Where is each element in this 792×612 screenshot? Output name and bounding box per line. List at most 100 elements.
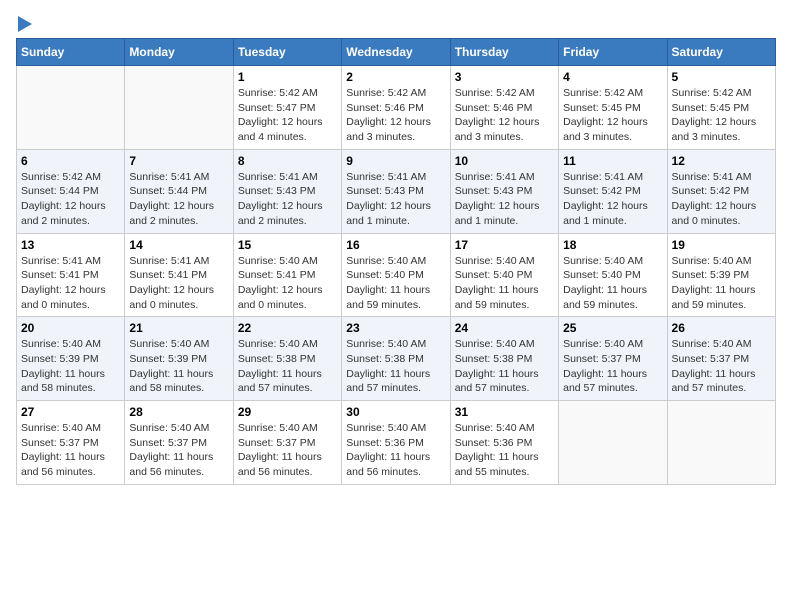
logo-arrow-icon <box>18 16 32 32</box>
calendar-day-cell: 17 Sunrise: 5:40 AM Sunset: 5:40 PM Dayli… <box>450 233 558 317</box>
day-number: 13 <box>21 238 120 252</box>
calendar-day-cell: 23 Sunrise: 5:40 AM Sunset: 5:38 PM Dayli… <box>342 317 450 401</box>
day-info: Sunrise: 5:40 AM Sunset: 5:39 PM Dayligh… <box>129 337 228 396</box>
day-info: Sunrise: 5:40 AM Sunset: 5:37 PM Dayligh… <box>129 421 228 480</box>
day-number: 4 <box>563 70 662 84</box>
calendar-week-row: 27 Sunrise: 5:40 AM Sunset: 5:37 PM Dayli… <box>17 401 776 485</box>
calendar-day-cell <box>125 66 233 150</box>
calendar-week-row: 20 Sunrise: 5:40 AM Sunset: 5:39 PM Dayli… <box>17 317 776 401</box>
calendar-day-cell: 1Sunrise: 5:42 AM Sunset: 5:47 PM Daylig… <box>233 66 341 150</box>
day-number: 28 <box>129 405 228 419</box>
day-info: Sunrise: 5:41 AM Sunset: 5:41 PM Dayligh… <box>21 254 120 313</box>
calendar-day-cell <box>17 66 125 150</box>
day-info: Sunrise: 5:42 AM Sunset: 5:45 PM Dayligh… <box>563 86 662 145</box>
day-info: Sunrise: 5:40 AM Sunset: 5:38 PM Dayligh… <box>238 337 337 396</box>
weekday-header-cell: Wednesday <box>342 39 450 66</box>
weekday-header-cell: Sunday <box>17 39 125 66</box>
weekday-header-cell: Tuesday <box>233 39 341 66</box>
calendar-day-cell: 22 Sunrise: 5:40 AM Sunset: 5:38 PM Dayli… <box>233 317 341 401</box>
day-info: Sunrise: 5:41 AM Sunset: 5:43 PM Dayligh… <box>238 170 337 229</box>
day-info: Sunrise: 5:41 AM Sunset: 5:42 PM Dayligh… <box>563 170 662 229</box>
calendar-day-cell: 15Sunrise: 5:40 AM Sunset: 5:41 PM Dayli… <box>233 233 341 317</box>
calendar-day-cell: 11 Sunrise: 5:41 AM Sunset: 5:42 PM Dayli… <box>559 149 667 233</box>
calendar-day-cell: 18Sunrise: 5:40 AM Sunset: 5:40 PM Dayli… <box>559 233 667 317</box>
day-info: Sunrise: 5:40 AM Sunset: 5:37 PM Dayligh… <box>238 421 337 480</box>
day-number: 24 <box>455 321 554 335</box>
calendar-day-cell: 3Sunrise: 5:42 AM Sunset: 5:46 PM Daylig… <box>450 66 558 150</box>
weekday-header-cell: Thursday <box>450 39 558 66</box>
logo <box>16 16 32 28</box>
calendar-day-cell: 28 Sunrise: 5:40 AM Sunset: 5:37 PM Dayli… <box>125 401 233 485</box>
calendar-day-cell: 16 Sunrise: 5:40 AM Sunset: 5:40 PM Dayli… <box>342 233 450 317</box>
calendar-week-row: 1Sunrise: 5:42 AM Sunset: 5:47 PM Daylig… <box>17 66 776 150</box>
day-info: Sunrise: 5:41 AM Sunset: 5:41 PM Dayligh… <box>129 254 228 313</box>
day-number: 3 <box>455 70 554 84</box>
day-info: Sunrise: 5:40 AM Sunset: 5:39 PM Dayligh… <box>672 254 771 313</box>
calendar-day-cell <box>559 401 667 485</box>
calendar-day-cell: 6 Sunrise: 5:42 AM Sunset: 5:44 PM Daylig… <box>17 149 125 233</box>
day-number: 31 <box>455 405 554 419</box>
day-info: Sunrise: 5:42 AM Sunset: 5:44 PM Dayligh… <box>21 170 120 229</box>
calendar-day-cell: 8 Sunrise: 5:41 AM Sunset: 5:43 PM Daylig… <box>233 149 341 233</box>
day-number: 7 <box>129 154 228 168</box>
calendar-day-cell: 10 Sunrise: 5:41 AM Sunset: 5:43 PM Dayli… <box>450 149 558 233</box>
day-number: 21 <box>129 321 228 335</box>
calendar-day-cell: 29 Sunrise: 5:40 AM Sunset: 5:37 PM Dayli… <box>233 401 341 485</box>
calendar-body: 1Sunrise: 5:42 AM Sunset: 5:47 PM Daylig… <box>17 66 776 485</box>
day-info: Sunrise: 5:41 AM Sunset: 5:43 PM Dayligh… <box>346 170 445 229</box>
calendar-day-cell: 31 Sunrise: 5:40 AM Sunset: 5:36 PM Dayli… <box>450 401 558 485</box>
calendar-day-cell: 12 Sunrise: 5:41 AM Sunset: 5:42 PM Dayli… <box>667 149 775 233</box>
calendar-day-cell: 26Sunrise: 5:40 AM Sunset: 5:37 PM Dayli… <box>667 317 775 401</box>
day-number: 19 <box>672 238 771 252</box>
calendar-day-cell: 24Sunrise: 5:40 AM Sunset: 5:38 PM Dayli… <box>450 317 558 401</box>
weekday-header-cell: Monday <box>125 39 233 66</box>
day-info: Sunrise: 5:41 AM Sunset: 5:42 PM Dayligh… <box>672 170 771 229</box>
day-number: 12 <box>672 154 771 168</box>
day-info: Sunrise: 5:40 AM Sunset: 5:40 PM Dayligh… <box>346 254 445 313</box>
page-header <box>16 16 776 28</box>
calendar-day-cell: 30Sunrise: 5:40 AM Sunset: 5:36 PM Dayli… <box>342 401 450 485</box>
calendar-week-row: 6 Sunrise: 5:42 AM Sunset: 5:44 PM Daylig… <box>17 149 776 233</box>
calendar-day-cell: 2 Sunrise: 5:42 AM Sunset: 5:46 PM Daylig… <box>342 66 450 150</box>
calendar-day-cell: 25Sunrise: 5:40 AM Sunset: 5:37 PM Dayli… <box>559 317 667 401</box>
calendar-day-cell: 21 Sunrise: 5:40 AM Sunset: 5:39 PM Dayli… <box>125 317 233 401</box>
day-info: Sunrise: 5:41 AM Sunset: 5:44 PM Dayligh… <box>129 170 228 229</box>
day-info: Sunrise: 5:40 AM Sunset: 5:36 PM Dayligh… <box>346 421 445 480</box>
day-number: 22 <box>238 321 337 335</box>
day-number: 23 <box>346 321 445 335</box>
day-number: 1 <box>238 70 337 84</box>
day-info: Sunrise: 5:41 AM Sunset: 5:43 PM Dayligh… <box>455 170 554 229</box>
day-info: Sunrise: 5:40 AM Sunset: 5:37 PM Dayligh… <box>563 337 662 396</box>
day-number: 10 <box>455 154 554 168</box>
day-info: Sunrise: 5:42 AM Sunset: 5:46 PM Dayligh… <box>346 86 445 145</box>
day-number: 27 <box>21 405 120 419</box>
day-number: 8 <box>238 154 337 168</box>
day-number: 29 <box>238 405 337 419</box>
calendar-day-cell <box>667 401 775 485</box>
calendar-week-row: 13 Sunrise: 5:41 AM Sunset: 5:41 PM Dayli… <box>17 233 776 317</box>
day-number: 11 <box>563 154 662 168</box>
day-number: 16 <box>346 238 445 252</box>
day-info: Sunrise: 5:40 AM Sunset: 5:36 PM Dayligh… <box>455 421 554 480</box>
calendar-day-cell: 5Sunrise: 5:42 AM Sunset: 5:45 PM Daylig… <box>667 66 775 150</box>
day-info: Sunrise: 5:40 AM Sunset: 5:41 PM Dayligh… <box>238 254 337 313</box>
weekday-header-cell: Friday <box>559 39 667 66</box>
day-info: Sunrise: 5:40 AM Sunset: 5:38 PM Dayligh… <box>346 337 445 396</box>
day-info: Sunrise: 5:40 AM Sunset: 5:37 PM Dayligh… <box>672 337 771 396</box>
calendar-day-cell: 20 Sunrise: 5:40 AM Sunset: 5:39 PM Dayli… <box>17 317 125 401</box>
day-number: 20 <box>21 321 120 335</box>
day-number: 2 <box>346 70 445 84</box>
day-number: 5 <box>672 70 771 84</box>
day-number: 6 <box>21 154 120 168</box>
day-number: 17 <box>455 238 554 252</box>
day-info: Sunrise: 5:40 AM Sunset: 5:39 PM Dayligh… <box>21 337 120 396</box>
weekday-header-row: SundayMondayTuesdayWednesdayThursdayFrid… <box>17 39 776 66</box>
day-info: Sunrise: 5:40 AM Sunset: 5:40 PM Dayligh… <box>563 254 662 313</box>
day-number: 9 <box>346 154 445 168</box>
day-info: Sunrise: 5:40 AM Sunset: 5:40 PM Dayligh… <box>455 254 554 313</box>
calendar-day-cell: 14 Sunrise: 5:41 AM Sunset: 5:41 PM Dayli… <box>125 233 233 317</box>
weekday-header-cell: Saturday <box>667 39 775 66</box>
day-number: 14 <box>129 238 228 252</box>
calendar-day-cell: 13 Sunrise: 5:41 AM Sunset: 5:41 PM Dayli… <box>17 233 125 317</box>
calendar-table: SundayMondayTuesdayWednesdayThursdayFrid… <box>16 38 776 485</box>
